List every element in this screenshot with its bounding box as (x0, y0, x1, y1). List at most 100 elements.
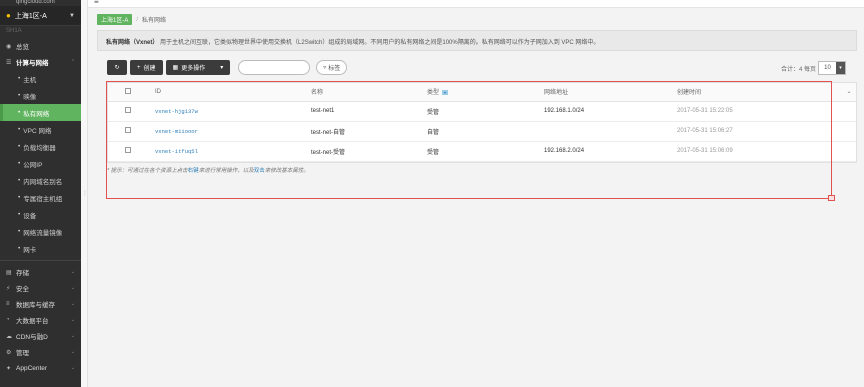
vxnet-name: test-net1 (311, 101, 427, 122)
tag-filter-button[interactable]: ▿ 标签 (316, 60, 348, 75)
manage-icon: ⚙ (6, 349, 12, 356)
chevron-down-icon: ⌄ (70, 349, 75, 355)
sidebar: qingcloud.com ● 上海1区-A ▼ SH1A ◉ 总览 ☰ 计算与… (0, 0, 81, 387)
chevron-down-icon: ▼ (69, 12, 75, 19)
region-label: 上海1区-A (14, 12, 47, 20)
table-header-row: ID 名称 类型 ▾ 网络地址 创建时间 ⌄ (108, 83, 856, 102)
sidebar-divider (0, 260, 81, 261)
sidebar-group-cdn[interactable]: ☁ CDN与融D ⌄ (0, 328, 81, 344)
page-size-select[interactable]: 10 ▾ (818, 61, 846, 75)
hamburger-menu-icon[interactable]: ≡ (94, 0, 99, 6)
sidebar-subitem[interactable]: • 主机 (0, 70, 81, 87)
page-size-value: 10 (824, 65, 831, 71)
sidebar-group-bigdata[interactable]: ◔ 大数据平台 ⌄ (0, 312, 81, 328)
column-settings-icon[interactable]: ⌄ (842, 83, 856, 102)
sidebar-group-compute-network[interactable]: ☰ 计算与网络 ⌃ (0, 54, 81, 70)
sidebar-group-label: 计算与网络 (16, 60, 49, 67)
sidebar-subitem[interactable]: • 公网IP (0, 155, 81, 172)
vxnet-created: 2017-05-31 15:22:05 (677, 101, 842, 122)
sidebar-subitem[interactable]: • 内网域名别名 (0, 172, 81, 189)
vxnet-name: test-net-自管 (311, 121, 427, 142)
bigdata-icon: ◔ (6, 317, 10, 323)
table-row[interactable]: vxnet-itfuq5l test-net-受管 受管 192.168.2.0… (108, 141, 856, 162)
breadcrumb-current: 私有网络 (142, 18, 167, 24)
sidebar-group-storage[interactable]: ▤ 存储 ⌄ (0, 264, 81, 280)
breadcrumb-zone[interactable]: 上海1区-A (97, 14, 133, 25)
breadcrumb: 上海1区-A / 私有网络 (97, 14, 166, 25)
refresh-icon: ↻ (114, 65, 120, 71)
info-banner: 私有网络（Vxnet） 用于主机之间互联，它类似物理世界中使用交换机（L2Swi… (97, 30, 857, 51)
sidebar-group-manage[interactable]: ⚙ 管理 ⌄ (0, 344, 81, 360)
region-selector[interactable]: ● 上海1区-A ▼ (0, 6, 81, 26)
cloud-icon: ☁ (6, 333, 12, 340)
storage-icon: ▤ (6, 269, 12, 276)
vxnet-address (544, 121, 677, 142)
vxnet-created: 2017-05-31 15:06:27 (677, 121, 842, 142)
select-all-checkbox[interactable] (125, 87, 131, 94)
breadcrumb-separator: / (136, 16, 139, 23)
grip-icon: ⋮ (82, 191, 88, 197)
sidebar-subitem[interactable]: • 负载均衡器 (0, 138, 81, 155)
info-title: 私有网络（Vxnet） (106, 40, 159, 46)
chevron-down-icon: ⌄ (70, 317, 75, 323)
vxnet-created: 2017-05-31 15:06:09 (677, 141, 842, 162)
sidebar-subitem[interactable]: • 映像 (0, 87, 81, 104)
sidebar-group-security[interactable]: ⚡ 安全 ⌄ (0, 280, 81, 296)
sidebar-subitem[interactable]: • VPC 网络 (0, 121, 81, 138)
lightning-icon: ⚡ (6, 285, 11, 292)
vxnet-name: test-net-受管 (311, 141, 427, 162)
row-checkbox[interactable] (125, 107, 131, 113)
sidebar-subitem[interactable]: • 设备 (0, 206, 81, 223)
column-header-id[interactable]: ID (155, 83, 311, 102)
column-header-type[interactable]: 类型 ▾ (427, 83, 544, 102)
column-header-created[interactable]: 创建时间 (677, 83, 842, 102)
vxnet-address: 192.168.1.0/24 (544, 101, 677, 122)
vxnet-type: 受管 (427, 101, 544, 122)
plus-icon: + (137, 64, 141, 71)
filter-dropdown-icon[interactable]: ▾ (442, 90, 449, 96)
grid-icon: ▦ (172, 65, 179, 71)
sidebar-item-overview[interactable]: ◉ 总览 (0, 38, 81, 54)
info-text: 用于主机之间互联，它类似物理世界中使用交换机（L2Switch）组成的局域网。不… (160, 40, 600, 46)
sidebar-item-label: 总览 (16, 44, 29, 51)
more-actions-button[interactable]: ▦ 更多操作 ▾ (165, 60, 231, 75)
create-button[interactable]: + 创建 (130, 60, 163, 75)
vxnet-type: 自管 (427, 121, 544, 142)
location-pin-icon: ● (6, 11, 11, 20)
sidebar-group-database[interactable]: ≡ 数据库与缓存 ⌄ (0, 296, 81, 312)
vxnet-id-link[interactable]: vxnet-hjg137w (155, 108, 198, 115)
chevron-down-icon: ⌄ (70, 333, 75, 339)
top-bar: ≡ (88, 0, 864, 8)
sidebar-subitem[interactable]: • 专属宿主机组 (0, 189, 81, 206)
sidebar-group-appcenter[interactable]: ✦ AppCenter ⌄ (0, 360, 81, 376)
vxnet-id-link[interactable]: vxnet-m1iooor (155, 128, 198, 135)
chevron-down-icon: ⌄ (70, 285, 75, 291)
caret-down-icon: ▾ (220, 65, 224, 71)
sidebar-subitem-active[interactable]: • 私有网络 (0, 104, 81, 121)
table-row[interactable]: vxnet-hjg137w test-net1 受管 192.168.1.0/2… (108, 101, 856, 122)
usage-hint: * 提示：可通过在各个资源上点击右键来进行常用操作，以及双击来修改基本属性。 (107, 168, 309, 174)
toolbar: ↻ + 创建 ▦ 更多操作 ▾ ▿ 标签 (107, 60, 348, 75)
filter-icon: ▿ (323, 65, 327, 71)
search-input[interactable] (238, 60, 311, 75)
sidebar-subitem[interactable]: • 网卡 (0, 240, 81, 257)
column-header-name[interactable]: 名称 (311, 83, 427, 102)
vxnet-id-link[interactable]: vxnet-itfuq5l (155, 148, 198, 155)
vxnet-address: 192.168.2.0/24 (544, 141, 677, 162)
refresh-button[interactable]: ↻ (107, 60, 127, 75)
chevron-down-icon: ⌄ (70, 269, 75, 275)
chevron-down-icon: ⌄ (70, 365, 75, 371)
chevron-up-icon: ⌃ (70, 59, 75, 65)
caret-down-icon: ▾ (836, 62, 845, 74)
dashboard-icon: ◉ (6, 43, 12, 50)
list-icon: ☰ (6, 59, 12, 66)
total-count: 合计：4 每页 (780, 67, 816, 73)
vxnet-table: ID 名称 类型 ▾ 网络地址 创建时间 ⌄ vxnet-hjg137w test… (107, 82, 857, 163)
row-checkbox[interactable] (125, 127, 131, 133)
table-row[interactable]: vxnet-m1iooor test-net-自管 自管 2017-05-31 … (108, 121, 856, 142)
sidebar-resize-handle[interactable]: ⋮ (81, 0, 88, 387)
sidebar-subitem[interactable]: • 网络流量镜像 (0, 223, 81, 240)
column-header-address[interactable]: 网络地址 (544, 83, 677, 102)
row-checkbox[interactable] (125, 147, 131, 153)
region-tag: SH1A (6, 28, 22, 34)
